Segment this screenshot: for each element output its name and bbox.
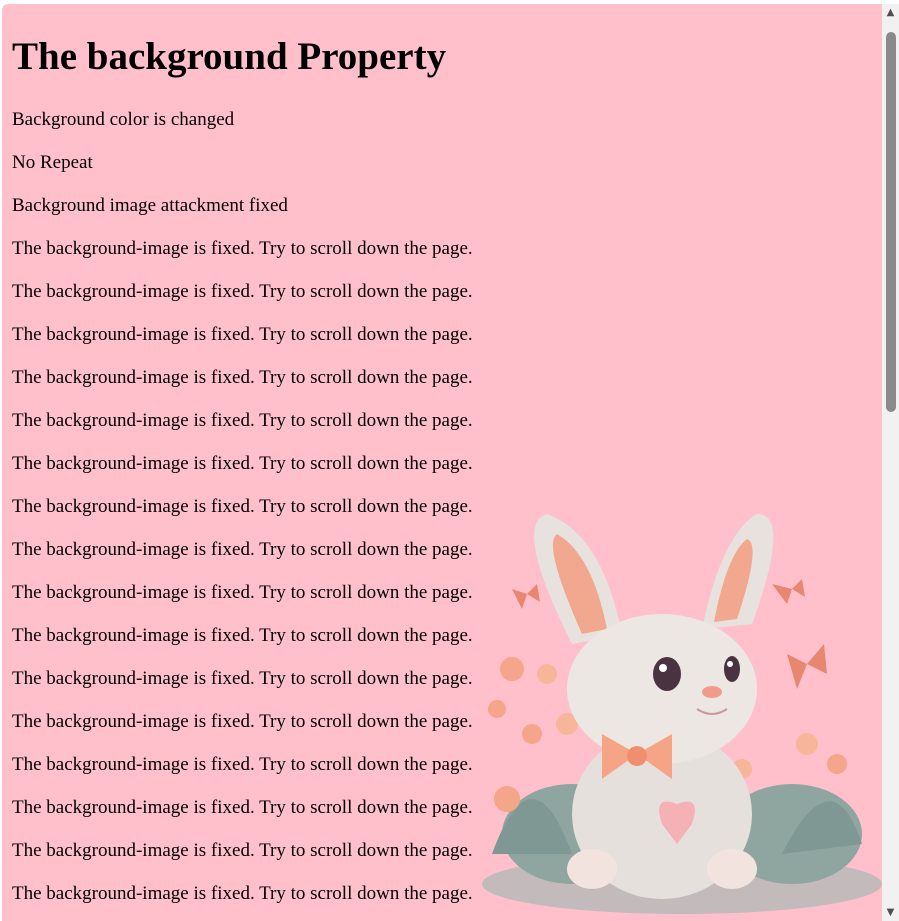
scroll-down-arrow-icon[interactable]: ▼ [882, 904, 899, 921]
scrollbar-thumb[interactable] [886, 32, 896, 412]
paragraph-fixed-info: The background-image is fixed. Try to sc… [12, 668, 473, 689]
paragraph-fixed-info: The background-image is fixed. Try to sc… [12, 539, 473, 560]
paragraph-fixed-info: The background-image is fixed. Try to sc… [12, 582, 473, 603]
paragraph-fixed-info: The background-image is fixed. Try to sc… [12, 754, 473, 775]
paragraph-fixed-info: The background-image is fixed. Try to sc… [12, 410, 473, 431]
paragraph-fixed-info: The background-image is fixed. Try to sc… [12, 453, 473, 474]
paragraph-fixed-info: The background-image is fixed. Try to sc… [12, 324, 473, 345]
paragraph-fixed-info: The background-image is fixed. Try to sc… [12, 883, 473, 904]
paragraph-fixed-info: The background-image is fixed. Try to sc… [12, 711, 473, 732]
paragraph-background-color: Background color is changed [12, 109, 235, 130]
paragraph-no-repeat: No Repeat [12, 152, 93, 173]
paragraph-fixed-info: The background-image is fixed. Try to sc… [12, 840, 473, 861]
paragraph-fixed-info: The background-image is fixed. Try to sc… [12, 797, 473, 818]
scroll-up-arrow-icon[interactable]: ▲ [882, 4, 899, 21]
paragraph-fixed-info: The background-image is fixed. Try to sc… [12, 238, 473, 259]
page-title: The background Property [12, 35, 447, 78]
paragraph-fixed-info: The background-image is fixed. Try to sc… [12, 367, 473, 388]
paragraph-attachment-fixed: Background image attackment fixed [12, 195, 288, 216]
paragraph-fixed-info: The background-image is fixed. Try to sc… [12, 625, 473, 646]
bunny-background-image [482, 514, 882, 914]
page-viewport: The background Property Background color… [2, 4, 882, 921]
vertical-scrollbar[interactable]: ▲ ▼ [882, 4, 899, 921]
paragraph-fixed-info: The background-image is fixed. Try to sc… [12, 496, 473, 517]
paragraph-fixed-info: The background-image is fixed. Try to sc… [12, 281, 473, 302]
